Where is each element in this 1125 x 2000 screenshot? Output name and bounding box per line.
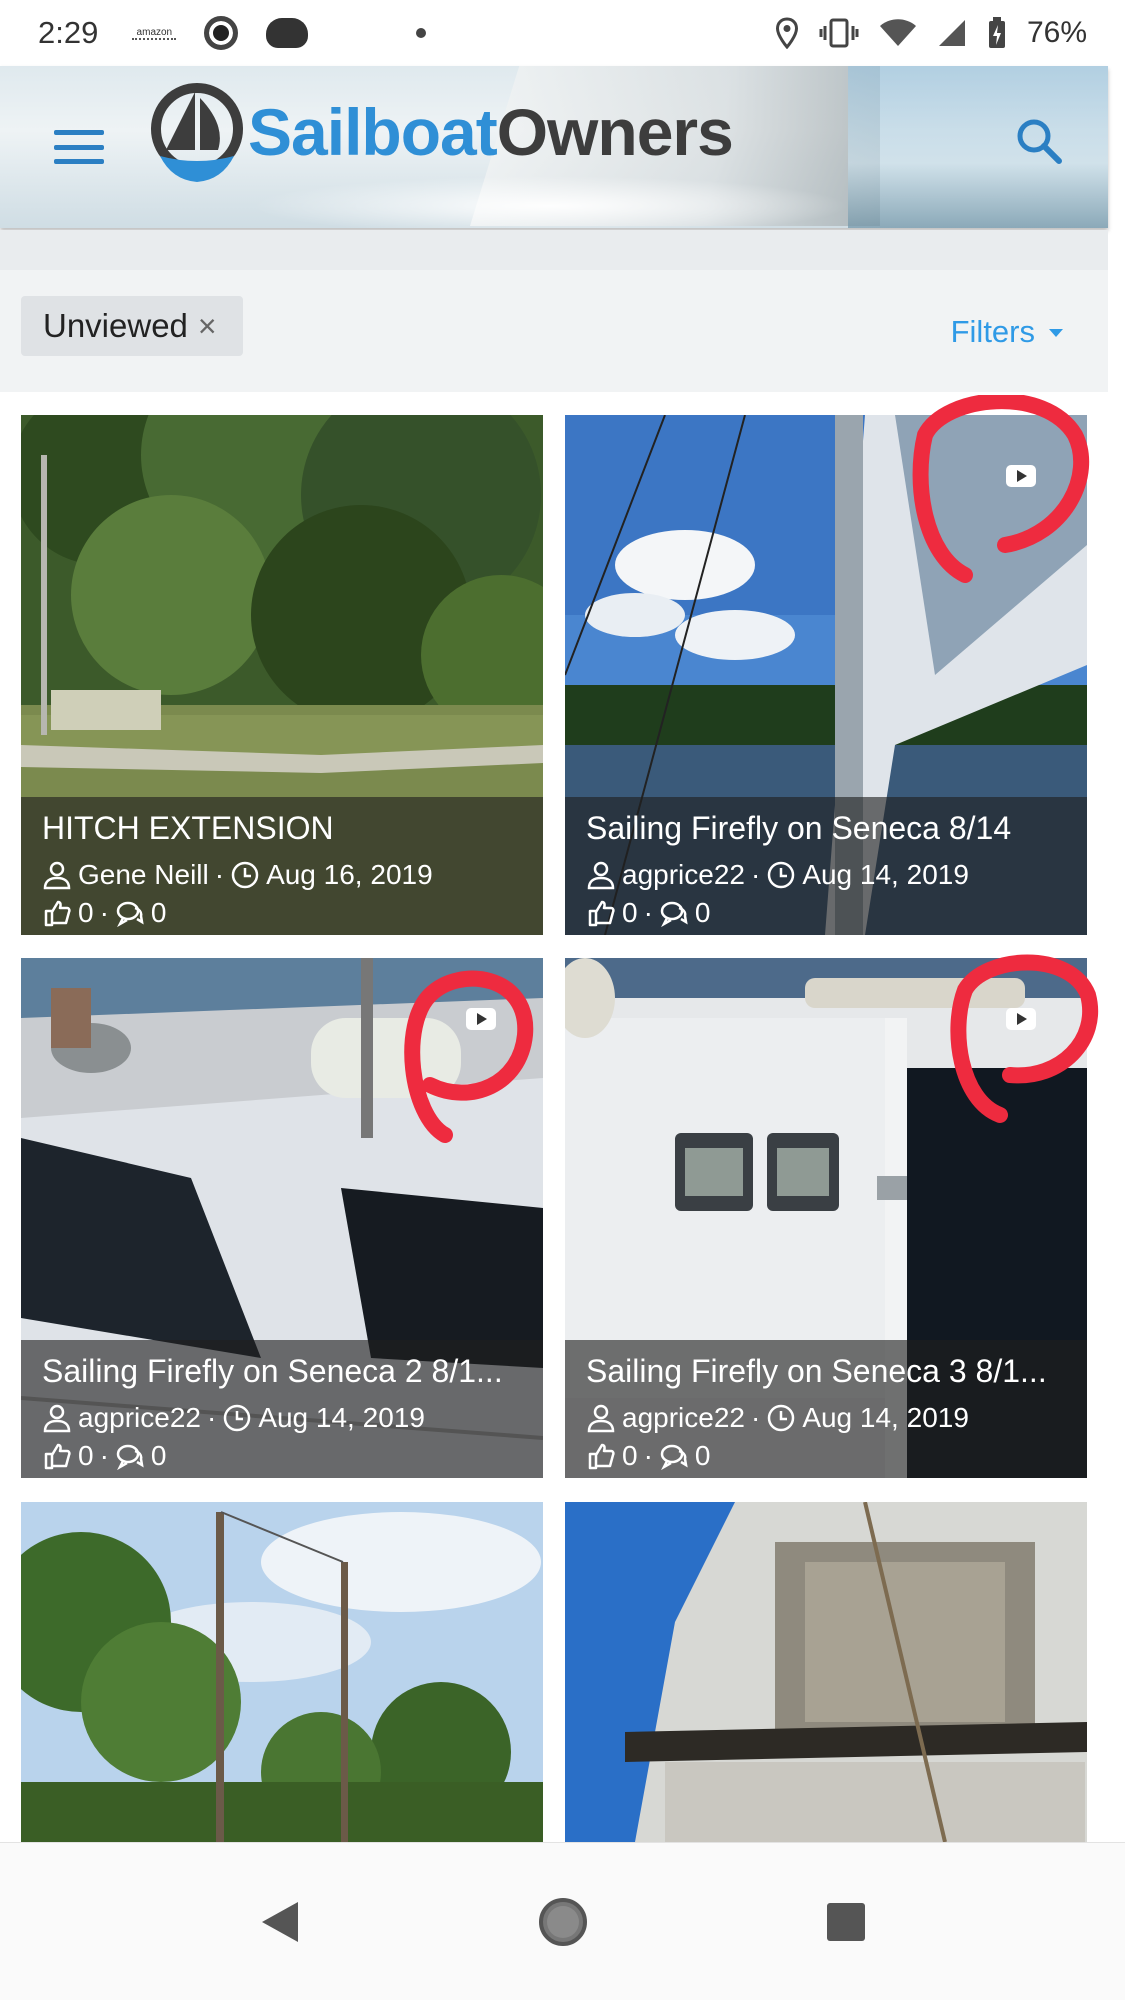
media-meta: agprice22 · Aug 14, 2019 [586,1398,1067,1438]
user-icon [43,1404,71,1433]
media-thumbnail [21,1502,543,1842]
media-card-info: Sailing Firefly on Seneca 2 8/1... agpri… [21,1340,543,1478]
location-icon [775,17,798,49]
media-card[interactable]: Sailing Firefly on Seneca 2 8/1... agpri… [21,958,543,1478]
media-title: Sailing Firefly on Seneca 8/14 [586,810,1012,846]
filter-chip-label: Unviewed [43,307,188,344]
remove-filter-icon[interactable]: × [198,308,217,345]
media-author[interactable]: agprice22 [622,1398,745,1438]
logo-text-sailboat: Sailboat [248,95,498,169]
media-author[interactable]: Gene Neill [78,855,209,895]
comments-icon [116,901,144,928]
wifi-icon [879,19,916,46]
comments-icon [660,1444,688,1471]
thumbs-up-icon [44,900,71,927]
app-notification-icon [204,16,239,50]
media-date: Aug 14, 2019 [258,1402,425,1433]
likes-count: 0 [622,897,638,928]
media-card-info: Sailing Firefly on Seneca 3 8/1... agpri… [565,1340,1087,1478]
media-meta: Gene Neill · Aug 16, 2019 [42,855,523,895]
filter-chip-unviewed[interactable]: Unviewed × [21,296,243,356]
comments-count: 0 [694,1440,711,1471]
site-header: SailboatOwners [0,66,1108,228]
filters-label: Filters [950,314,1035,349]
battery-percent: 76% [1026,16,1087,49]
media-card[interactable] [565,1502,1087,1842]
media-card[interactable]: Sailing Firefly on Seneca 8/14 agprice22… [565,415,1087,935]
media-stats: 0 · 0 [42,895,523,931]
media-date: Aug 16, 2019 [266,859,433,890]
site-logo[interactable]: SailboatOwners [148,80,734,190]
recents-icon[interactable] [825,1901,867,1943]
hamburger-menu-icon[interactable] [54,130,104,164]
user-icon [587,861,615,890]
android-nav-bar [0,1842,1125,2000]
video-icon [1006,1008,1036,1030]
filters-dropdown[interactable]: Filters [951,314,1063,350]
battery-icon [988,17,1005,48]
clock-icon [224,1404,251,1432]
meta-separator: · [750,859,761,890]
clock-icon [768,1404,795,1432]
site-logo-text: SailboatOwners [248,94,734,170]
comments-icon [116,1444,144,1471]
media-card[interactable]: Sailing Firefly on Seneca 3 8/1... agpri… [565,958,1087,1478]
media-card-info: HITCH EXTENSION Gene Neill · Aug 16, 201… [21,797,543,935]
media-meta: agprice22 · Aug 14, 2019 [42,1398,523,1438]
vibrate-icon [819,18,859,48]
user-icon [587,1404,615,1433]
media-stats: 0 · 0 [586,895,1067,931]
media-date: Aug 14, 2019 [802,1402,969,1433]
video-icon [466,1008,496,1030]
media-card-info: Sailing Firefly on Seneca 8/14 agprice22… [565,797,1087,935]
meta-separator: · [206,1402,217,1433]
meta-separator: · [643,1440,653,1471]
media-card[interactable]: HITCH EXTENSION Gene Neill · Aug 16, 201… [21,415,543,935]
media-card[interactable] [21,1502,543,1842]
media-date: Aug 14, 2019 [802,859,969,890]
thumbs-up-icon [588,900,615,927]
media-stats: 0 · 0 [586,1438,1067,1474]
more-notifications-dot-icon [416,28,427,38]
user-icon [43,861,71,890]
caret-down-icon [1049,329,1063,337]
media-title: Sailing Firefly on Seneca 2 8/1... [42,1353,503,1389]
status-bar: 2:29 amazon 76% [0,0,1125,66]
media-thumbnail [565,1502,1087,1842]
media-author[interactable]: agprice22 [78,1398,201,1438]
meta-separator: · [643,897,653,928]
cloud-notification-icon [266,18,309,48]
amazon-notification-icon: amazon [132,27,177,40]
video-icon [1006,465,1036,487]
meta-separator: · [99,897,109,928]
sailboat-logo-icon [151,83,243,182]
media-stats: 0 · 0 [42,1438,523,1474]
search-icon[interactable] [1012,114,1066,168]
meta-separator: · [214,859,225,890]
logo-text-owners: Owners [496,95,734,169]
likes-count: 0 [622,1440,638,1471]
likes-count: 0 [78,897,94,928]
clock-icon [231,861,259,889]
thumbs-up-icon [44,1443,71,1470]
media-meta: agprice22 · Aug 14, 2019 [586,855,1067,895]
comments-count: 0 [694,897,711,928]
comments-icon [660,901,688,928]
media-author[interactable]: agprice22 [622,855,745,895]
likes-count: 0 [78,1440,94,1471]
status-time: 2:29 [38,15,99,50]
comments-count: 0 [150,1440,167,1471]
home-icon[interactable] [537,1896,589,1948]
clock-icon [768,861,795,889]
comments-count: 0 [150,897,167,928]
meta-separator: · [99,1440,109,1471]
thumbs-up-icon [588,1443,615,1470]
back-icon[interactable] [258,1898,302,1946]
media-title: HITCH EXTENSION [42,810,334,846]
signal-icon [938,20,965,46]
header-background-sky [848,66,1108,228]
meta-separator: · [750,1402,761,1433]
media-title: Sailing Firefly on Seneca 3 8/1... [586,1353,1047,1389]
